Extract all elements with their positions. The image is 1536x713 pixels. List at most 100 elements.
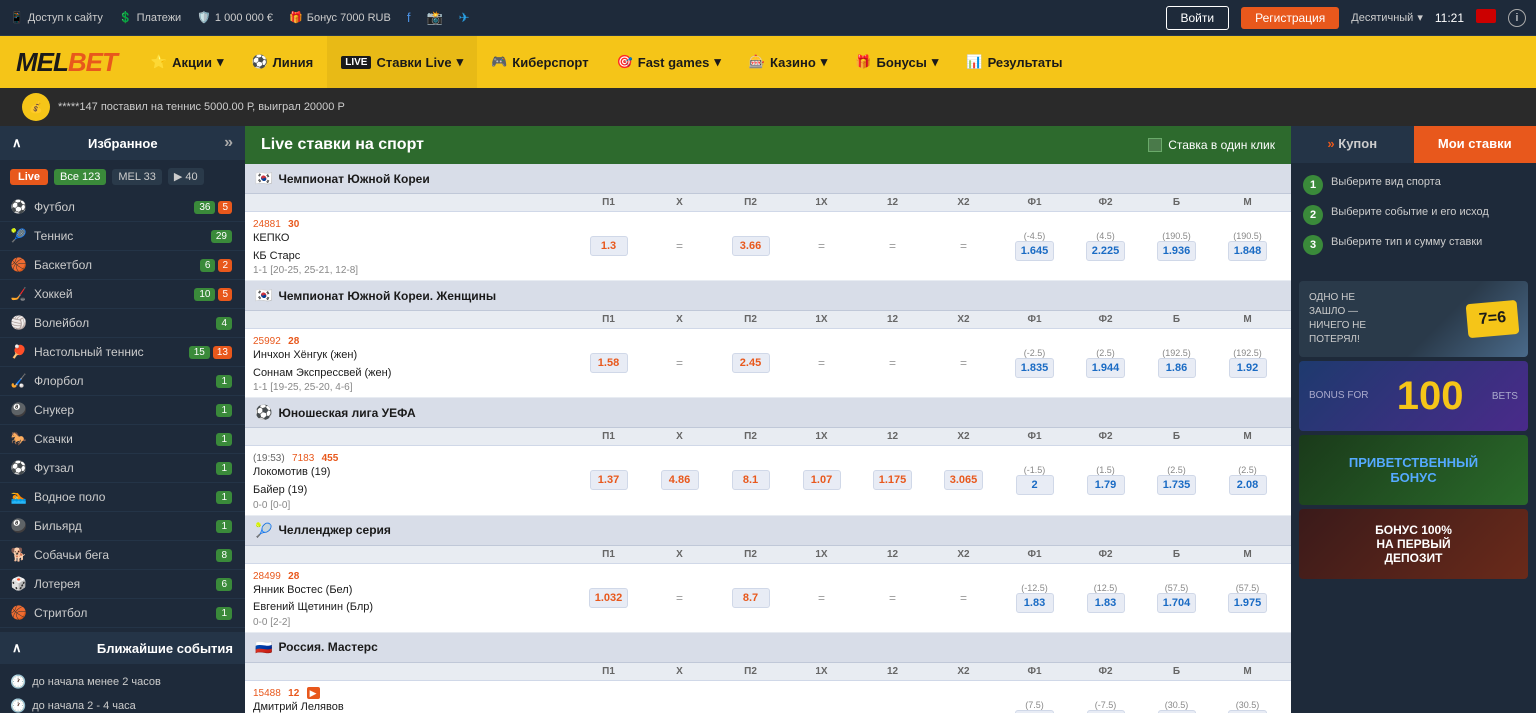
favorites-header[interactable]: ∧ Избранное » — [0, 126, 245, 160]
odds-f1-lok[interactable]: (-1.5)2 — [999, 465, 1070, 495]
odds-f1-yannik[interactable]: (-12.5)1.83 — [999, 583, 1070, 613]
odds-p2-lok[interactable]: 8.1 — [715, 470, 786, 490]
odds-12-lok[interactable]: 1.175 — [857, 470, 928, 490]
register-button[interactable]: Регистрация — [1241, 7, 1339, 29]
league-name-sk: Чемпионат Южной Кореи — [278, 172, 429, 186]
sport-item-billiards[interactable]: 🎱 Бильярд 1 — [0, 512, 245, 541]
sport-item-futsal[interactable]: ⚽ Футзал 1 — [0, 454, 245, 483]
promo-item[interactable]: 🛡️ 1 000 000 € — [197, 11, 273, 24]
promo-banner-2[interactable]: BONUS FOR 100 BETS — [1299, 361, 1528, 431]
odds-f2-yannik[interactable]: (12.5)1.83 — [1070, 583, 1141, 613]
nav-live[interactable]: LIVE Ставки Live ▾ — [327, 36, 477, 88]
sport-item-floorball[interactable]: 🏑 Флорбол 1 — [0, 367, 245, 396]
step-text-3: Выберите тип и сумму ставки — [1331, 235, 1482, 250]
odds-b-dm[interactable]: (30.5)1.89 — [1141, 700, 1212, 713]
nearest-events-header[interactable]: ∧ Ближайшие события — [0, 632, 245, 664]
odds-b-incheon[interactable]: (192.5)1.86 — [1141, 348, 1212, 378]
odds-b-kepko[interactable]: (190.5)1.936 — [1141, 231, 1212, 261]
sport-item-waterpolo[interactable]: 🏊 Водное поло 1 — [0, 483, 245, 512]
odds-m-yannik[interactable]: (57.5)1.975 — [1212, 583, 1283, 613]
nearest-events-list: 🕐 до начала менее 2 часов 🕐 до начала 2 … — [0, 664, 245, 713]
one-click-checkbox[interactable] — [1148, 138, 1162, 152]
sport-item-dogs[interactable]: 🐕 Собачьи бега 8 — [0, 541, 245, 570]
social-telegram[interactable]: ✈ — [459, 10, 470, 26]
payments-item[interactable]: 💲 Платежи — [119, 11, 181, 24]
nav-results[interactable]: 📊 Результаты — [952, 36, 1076, 88]
nav-promotions[interactable]: ⭐ Акции ▾ — [137, 36, 238, 88]
team1-dmitriy: Дмитрий Лелявов — [253, 701, 344, 713]
one-click-bet[interactable]: Ставка в один клик — [1148, 138, 1275, 152]
odds-f2-incheon[interactable]: (2.5)1.944 — [1070, 348, 1141, 378]
odds-b-yannik[interactable]: (57.5)1.704 — [1141, 583, 1212, 613]
decimal-selector[interactable]: Десятичный ▾ — [1351, 11, 1423, 24]
sport-item-lottery[interactable]: 🎲 Лотерея 6 — [0, 570, 245, 599]
col-headers-rm: П1 Х П2 1Х 12 Х2 Ф1 Ф2 Б М — [245, 663, 1291, 681]
sport-name-floorball: Флорбол — [34, 374, 216, 388]
sport-item-basketball[interactable]: 🏀 Баскетбол 6 2 — [0, 251, 245, 280]
sport-item-volleyball[interactable]: 🏐 Волейбол 4 — [0, 309, 245, 338]
nav-line[interactable]: ⚽ Линия — [237, 36, 327, 88]
nearest-label-2h: до начала менее 2 часов — [32, 676, 161, 688]
bet-steps: 1 Выберите вид спорта 2 Выберите событие… — [1291, 163, 1536, 277]
language-flag[interactable] — [1476, 9, 1496, 26]
odds-p1-lok[interactable]: 1.37 — [573, 470, 644, 490]
nearest-item-4h[interactable]: 🕐 до начала 2 - 4 часа — [10, 694, 235, 713]
odds-1x-lok[interactable]: 1.07 — [786, 470, 857, 490]
filter-mel-button[interactable]: MEL 33 — [112, 169, 162, 185]
odds-12-kepko: = — [857, 239, 928, 253]
odds-1x-kepko: = — [786, 239, 857, 253]
sport-item-snooker[interactable]: 🎱 Снукер 1 — [0, 396, 245, 425]
login-button[interactable]: Войти — [1166, 6, 1230, 30]
coupon-tab-label: Купон — [1338, 136, 1377, 151]
bonus-item[interactable]: 🎁 Бонус 7000 RUB — [289, 11, 391, 24]
odds-f2-lok[interactable]: (1.5)1.79 — [1070, 465, 1141, 495]
odds-p1-kepko[interactable]: 1.3 — [573, 236, 644, 256]
odds-p1-incheon[interactable]: 1.58 — [573, 353, 644, 373]
tab-mybets[interactable]: Мои ставки — [1414, 126, 1536, 163]
odds-m-kepko[interactable]: (190.5)1.848 — [1212, 231, 1283, 261]
odds-b-lok[interactable]: (2.5)1.735 — [1141, 465, 1212, 495]
sport-item-streetball[interactable]: 🏀 Стритбол 1 — [0, 599, 245, 628]
nearest-item-2h[interactable]: 🕐 до начала менее 2 часов — [10, 670, 235, 694]
sport-item-football[interactable]: ⚽ Футбол 36 5 — [0, 193, 245, 222]
site-logo[interactable]: MELBET — [16, 47, 137, 78]
sport-item-tennis[interactable]: 🎾 Теннис 29 — [0, 222, 245, 251]
sport-item-hockey[interactable]: 🏒 Хоккей 10 5 — [0, 280, 245, 309]
filter-video-button[interactable]: ▶ 40 — [168, 168, 204, 185]
odds-m-dm[interactable]: (30.5)1.775 — [1212, 700, 1283, 713]
odds-p2-incheon[interactable]: 2.45 — [715, 353, 786, 373]
odds-f2-dm[interactable]: (-7.5)1.52 — [1070, 700, 1141, 713]
odds-f2-kepko[interactable]: (4.5)2.225 — [1070, 231, 1141, 261]
odds-x2-lok[interactable]: 3.065 — [928, 470, 999, 490]
odds-x-lok[interactable]: 4.86 — [644, 470, 715, 490]
odds-p2-yannik[interactable]: 8.7 — [715, 588, 786, 608]
social-facebook[interactable]: f — [407, 10, 411, 25]
promo-banner-1[interactable]: ОДНО НЕЗАШЛО —НИЧЕГО НЕПОТЕРЯЛ! 7=6 — [1299, 281, 1528, 357]
odds-m-incheon[interactable]: (192.5)1.92 — [1212, 348, 1283, 378]
sport-item-horses[interactable]: 🐎 Скачки 1 — [0, 425, 245, 454]
info-button[interactable]: i — [1508, 9, 1526, 27]
sport-item-tabletennis[interactable]: 🏓 Настольный теннис 15 13 — [0, 338, 245, 367]
odds-f1-dm[interactable]: (7.5)2.296 — [999, 700, 1070, 713]
odds-m-lok[interactable]: (2.5)2.08 — [1212, 465, 1283, 495]
odds-p1-yannik[interactable]: 1.032 — [573, 588, 644, 608]
nav-casino[interactable]: 🎰 Казино ▾ — [735, 36, 841, 88]
nav-bonuses[interactable]: 🎁 Бонусы ▾ — [841, 36, 952, 88]
table-row: (19:53) 7183 455 Локомотив (19) Байер (1… — [245, 446, 1291, 515]
promo-banner-3[interactable]: ПРИВЕТСТВЕННЫЙБОНУС — [1299, 435, 1528, 505]
social-instagram[interactable]: 📸 — [426, 10, 442, 26]
video-icon[interactable]: ▶ — [307, 687, 320, 699]
odds-p2-kepko[interactable]: 3.66 — [715, 236, 786, 256]
nav-fastgames[interactable]: 🎯 Fast games ▾ — [603, 36, 735, 88]
right-sidebar: » Купон Мои ставки 1 Выберите вид спорта… — [1291, 126, 1536, 713]
nav-esports[interactable]: 🎮 Киберспорт — [477, 36, 602, 88]
league-south-korea: 🇰🇷 Чемпионат Южной Кореи П1 Х П2 1Х 12 Х… — [245, 164, 1291, 281]
odds-f1-kepko[interactable]: (-4.5)1.645 — [999, 231, 1070, 261]
odds-f1-incheon[interactable]: (-2.5)1.835 — [999, 348, 1070, 378]
tab-coupon[interactable]: » Купон — [1291, 126, 1414, 163]
promo-banner-4[interactable]: БОНУС 100%НА ПЕРВЫЙДЕПОЗИТ — [1299, 509, 1528, 579]
nearest-label: Ближайшие события — [97, 641, 233, 656]
expand-icon[interactable]: » — [224, 134, 233, 152]
filter-all-button[interactable]: Все 123 — [54, 169, 106, 185]
access-item[interactable]: 📱 Доступ к сайту — [10, 11, 103, 24]
